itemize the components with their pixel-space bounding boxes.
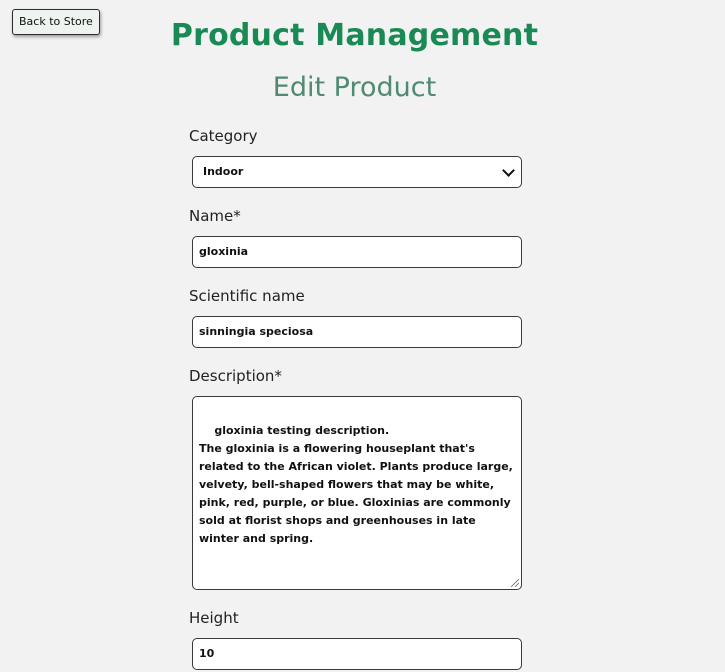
height-label: Height bbox=[189, 609, 239, 627]
scientific-name-label: Scientific name bbox=[189, 287, 305, 305]
name-label: Name* bbox=[189, 207, 241, 225]
page-title: Product Management bbox=[170, 18, 539, 53]
category-select[interactable]: Indoor bbox=[192, 156, 522, 188]
product-edit-page: Back to Store Product Management Edit Pr… bbox=[0, 0, 725, 672]
description-textarea-value: gloxinia testing description. The gloxin… bbox=[199, 424, 513, 545]
category-label: Category bbox=[189, 127, 258, 145]
scientific-name-input[interactable]: sinningia speciosa bbox=[192, 316, 522, 348]
category-selected-value: Indoor bbox=[203, 165, 244, 178]
height-input-value: 10 bbox=[199, 647, 215, 660]
name-input-value: gloxinia bbox=[199, 245, 249, 258]
scientific-name-input-value: sinningia speciosa bbox=[199, 325, 314, 338]
height-input[interactable]: 10 bbox=[192, 638, 522, 670]
name-input[interactable]: gloxinia bbox=[192, 236, 522, 268]
description-textarea[interactable]: gloxinia testing description. The gloxin… bbox=[192, 396, 522, 590]
description-label: Description* bbox=[189, 367, 282, 385]
page-subtitle: Edit Product bbox=[272, 72, 437, 103]
chevron-down-icon bbox=[502, 164, 515, 177]
resize-handle-icon[interactable] bbox=[511, 579, 519, 587]
